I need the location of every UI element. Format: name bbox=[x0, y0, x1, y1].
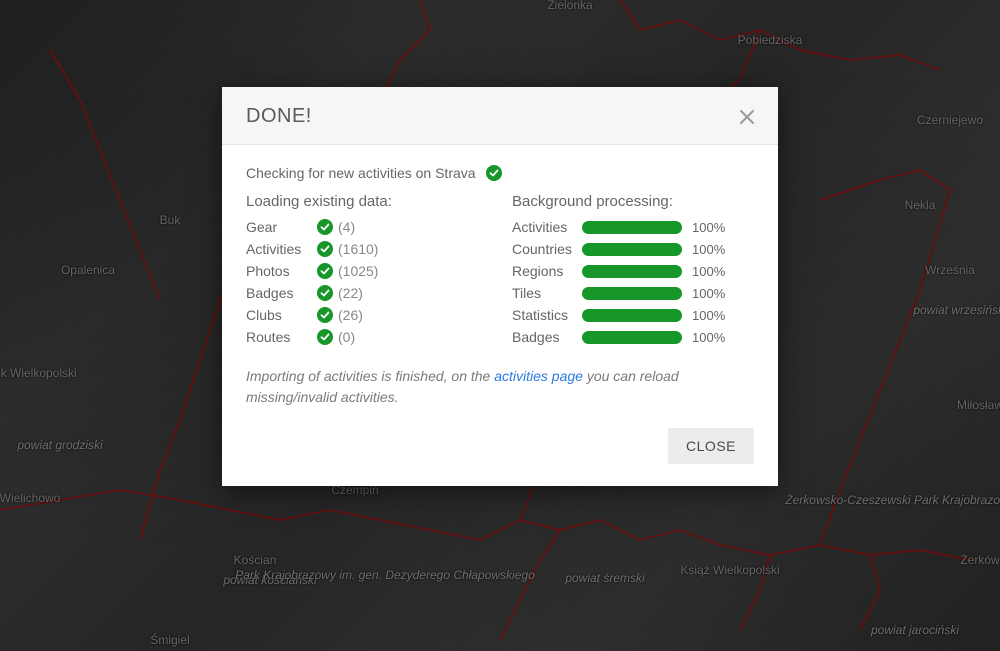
loading-count: (0) bbox=[338, 329, 355, 345]
note-prefix: Importing of activities is finished, on … bbox=[246, 368, 494, 384]
loading-count: (1610) bbox=[338, 241, 378, 257]
loading-count: (1025) bbox=[338, 263, 378, 279]
check-icon bbox=[486, 165, 502, 181]
loading-label: Routes bbox=[246, 329, 312, 345]
processing-row: Badges 100% bbox=[512, 326, 754, 348]
close-button[interactable]: CLOSE bbox=[668, 428, 754, 464]
progress-bar bbox=[582, 221, 682, 234]
check-icon bbox=[312, 219, 338, 235]
loading-column: Loading existing data: Gear (4) Activities… bbox=[246, 193, 488, 348]
progress-percent: 100% bbox=[692, 264, 725, 279]
processing-label: Regions bbox=[512, 263, 572, 279]
modal-header: DONE! bbox=[222, 87, 778, 145]
progress-bar bbox=[582, 331, 682, 344]
check-icon bbox=[312, 307, 338, 323]
processing-title: Background processing: bbox=[512, 193, 754, 210]
progress-bar bbox=[582, 243, 682, 256]
status-text: Checking for new activities on Strava bbox=[246, 165, 476, 181]
loading-label: Photos bbox=[246, 263, 312, 279]
progress-percent: 100% bbox=[692, 242, 725, 257]
processing-column: Background processing: Activities100%Cou… bbox=[512, 193, 754, 348]
modal-body: Checking for new activities on Strava Lo… bbox=[222, 145, 778, 418]
processing-row: Activities 100% bbox=[512, 216, 754, 238]
loading-count: (22) bbox=[338, 285, 363, 301]
loading-row: Gear (4) bbox=[246, 216, 488, 238]
check-icon bbox=[312, 285, 338, 301]
check-icon bbox=[312, 263, 338, 279]
processing-row: Countries 100% bbox=[512, 238, 754, 260]
loading-label: Activities bbox=[246, 241, 312, 257]
loading-row: Activities (1610) bbox=[246, 238, 488, 260]
status-line: Checking for new activities on Strava bbox=[246, 165, 754, 181]
check-icon bbox=[312, 241, 338, 257]
processing-label: Statistics bbox=[512, 307, 572, 323]
progress-percent: 100% bbox=[692, 308, 725, 323]
import-note: Importing of activities is finished, on … bbox=[246, 366, 754, 408]
processing-row: Regions 100% bbox=[512, 260, 754, 282]
import-done-modal: DONE! Checking for new activities on Str… bbox=[222, 87, 778, 486]
loading-count: (26) bbox=[338, 307, 363, 323]
activities-page-link[interactable]: activities page bbox=[494, 368, 583, 384]
progress-percent: 100% bbox=[692, 286, 725, 301]
loading-label: Gear bbox=[246, 219, 312, 235]
loading-count: (4) bbox=[338, 219, 355, 235]
processing-label: Badges bbox=[512, 329, 572, 345]
processing-label: Countries bbox=[512, 241, 572, 257]
loading-row: Photos (1025) bbox=[246, 260, 488, 282]
progress-bar bbox=[582, 265, 682, 278]
modal-title: DONE! bbox=[246, 105, 312, 128]
processing-row: Statistics 100% bbox=[512, 304, 754, 326]
processing-row: Tiles 100% bbox=[512, 282, 754, 304]
progress-percent: 100% bbox=[692, 220, 725, 235]
processing-label: Activities bbox=[512, 219, 572, 235]
close-icon[interactable] bbox=[736, 106, 758, 128]
loading-title: Loading existing data: bbox=[246, 193, 488, 210]
loading-row: Routes (0) bbox=[246, 326, 488, 348]
progress-bar bbox=[582, 309, 682, 322]
loading-row: Clubs (26) bbox=[246, 304, 488, 326]
progress-percent: 100% bbox=[692, 330, 725, 345]
progress-bar bbox=[582, 287, 682, 300]
processing-label: Tiles bbox=[512, 285, 572, 301]
loading-label: Clubs bbox=[246, 307, 312, 323]
check-icon bbox=[312, 329, 338, 345]
loading-row: Badges (22) bbox=[246, 282, 488, 304]
modal-footer: CLOSE bbox=[222, 418, 778, 486]
loading-label: Badges bbox=[246, 285, 312, 301]
